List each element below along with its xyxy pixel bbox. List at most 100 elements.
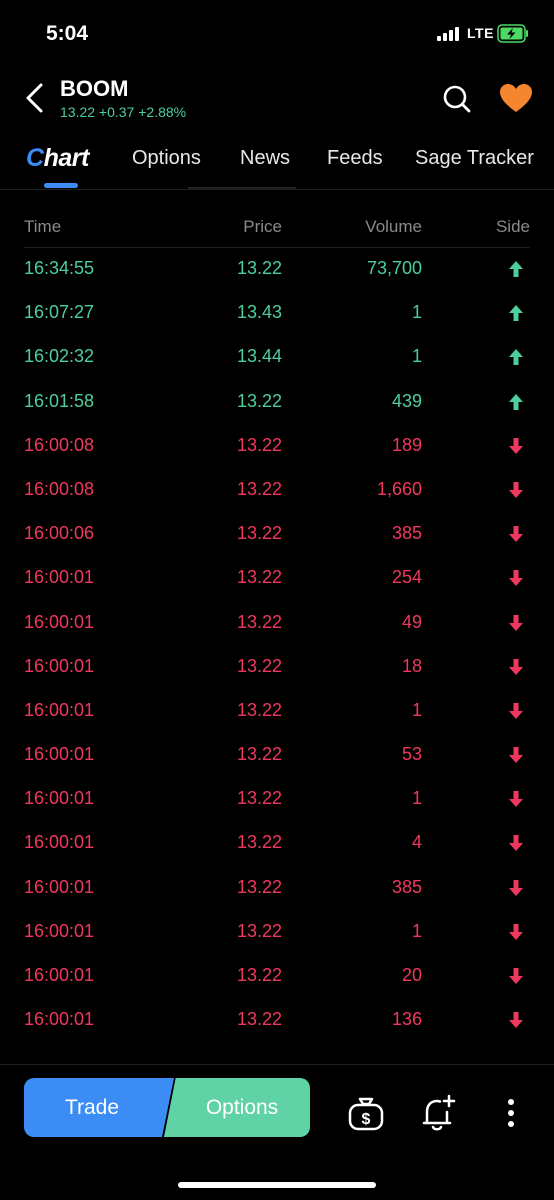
table-row: 16:00:01 13.22 53 [24,734,530,778]
trade-volume: 189 [391,434,422,455]
trade-volume: 439 [391,390,422,411]
header-side: Side [495,217,530,236]
trade-time: 16:00:08 [24,478,95,499]
trade-volume: 1,660 [376,478,422,499]
trade-price: 13.22 [236,611,282,632]
bottom-bar: Trade Options $ [0,1064,554,1200]
trade-time: 16:00:01 [24,699,95,720]
trade-price: 13.22 [236,699,282,720]
table-row: 16:00:01 13.22 1 [24,911,530,955]
trade-price: 13.22 [236,920,282,941]
arrow-down-icon [509,923,523,940]
trade-time: 16:00:01 [24,567,95,588]
trade-time: 16:34:55 [24,258,95,278]
svg-text:$: $ [362,1111,371,1128]
trade-time: 16:01:58 [24,390,95,411]
trade-volume: 254 [391,567,422,588]
options-button[interactable]: Options [164,1078,310,1137]
trade-time: 16:02:32 [24,346,95,367]
tab-options[interactable]: Options [132,147,201,170]
trade-time: 16:00:01 [24,832,95,853]
trade-price: 13.22 [236,478,282,499]
table-row: 16:00:01 13.22 1 [24,778,530,822]
arrow-down-icon [509,526,523,543]
arrow-down-icon [509,835,523,852]
tab-feeds[interactable]: Feeds [327,147,383,170]
arrow-up-icon [509,305,523,322]
table-row: 16:00:01 13.22 49 [24,602,530,646]
tab-active-indicator [44,183,78,188]
table-row: 16:34:55 13.22 73,700 [24,248,530,292]
trade-time: 16:07:27 [24,302,95,323]
trade-price: 13.22 [236,876,282,897]
trade-time: 16:00:01 [24,655,95,676]
trade-volume: 136 [391,1009,422,1030]
arrow-down-icon [509,747,523,764]
table-row: 16:01:58 13.22 439 [24,381,530,425]
trade-price: 13.22 [236,1009,282,1030]
table-body: 16:34:55 13.22 73,700 16:07:27 13.43 1 16:02:3… [24,248,530,1043]
trade-price: 13.22 [236,788,282,809]
trade-price: 13.43 [236,302,282,323]
arrow-down-icon [509,614,523,631]
arrow-up-icon [509,393,523,410]
trade-time: 16:00:01 [24,744,95,765]
arrow-down-icon [509,1012,523,1029]
arrow-down-icon [509,968,523,984]
tab-chart[interactable]: Chart [26,144,89,173]
trade-price: 13.22 [236,965,282,985]
network-label: LTE [467,25,494,41]
chevron-left-icon[interactable] [22,82,48,114]
trade-volume: 18 [401,655,422,676]
trade-price: 13.22 [236,523,282,544]
trade-time: 16:00:01 [24,611,95,632]
table-row: 16:00:01 13.22 4 [24,822,530,866]
trade-time: 16:00:01 [24,920,95,941]
header-volume: Volume [365,217,422,236]
header-time: Time [24,217,62,236]
arrow-down-icon [509,791,523,808]
trade-volume: 1 [411,346,422,367]
arrow-down-icon [509,481,523,498]
tab-sage-tracker[interactable]: Sage Tracker [415,147,534,170]
trade-volume: 385 [391,523,422,544]
money-bag-icon[interactable]: $ [347,1093,385,1133]
arrow-down-icon [509,437,523,454]
trade-time: 16:00:01 [24,788,95,809]
tab-bar: Chart Options News Feeds Sage Tracker [0,136,554,190]
trade-price: 13.22 [236,744,282,765]
table-row: 16:00:01 13.22 1 [24,690,530,734]
status-time: 5:04 [46,22,89,45]
tab-news[interactable]: News [240,147,290,170]
trade-volume: 4 [411,832,422,853]
table-row: 16:00:01 13.22 20 [24,955,530,999]
trade-price: 13.22 [236,655,282,676]
more-vertical-icon[interactable] [500,1098,522,1128]
trade-volume: 385 [391,876,422,897]
tab-chart-label: hart [43,144,90,172]
bell-plus-icon[interactable] [421,1093,457,1133]
table-row: 16:00:08 13.22 1,660 [24,469,530,513]
tab-scroll-indicator [188,187,296,189]
trade-volume: 73,700 [366,258,422,278]
table-row: 16:00:08 13.22 189 [24,425,530,469]
heart-icon[interactable] [499,83,533,113]
table-row: 16:00:01 13.22 254 [24,557,530,601]
trade-price: 13.22 [236,390,282,411]
trade-volume: 1 [411,788,422,809]
time-and-sales-table: Time Price Volume Side 16:34:55 13.22 73,7… [24,208,530,1043]
search-icon[interactable] [442,84,472,114]
trade-time: 16:00:01 [24,876,95,897]
trade-time: 16:00:01 [24,965,95,985]
trade-price: 13.22 [236,832,282,853]
trade-volume: 1 [411,699,422,720]
header-price: Price [243,217,282,236]
quote-change: 13.22 +0.37 +2.88% [60,104,187,120]
trade-button[interactable]: Trade [24,1078,174,1137]
trade-volume: 53 [401,744,422,765]
signal-icon [437,27,463,41]
trade-price: 13.44 [236,346,282,367]
status-bar: 5:04 LTE [0,0,554,66]
arrow-down-icon [509,658,523,675]
trade-price: 13.22 [236,434,282,455]
